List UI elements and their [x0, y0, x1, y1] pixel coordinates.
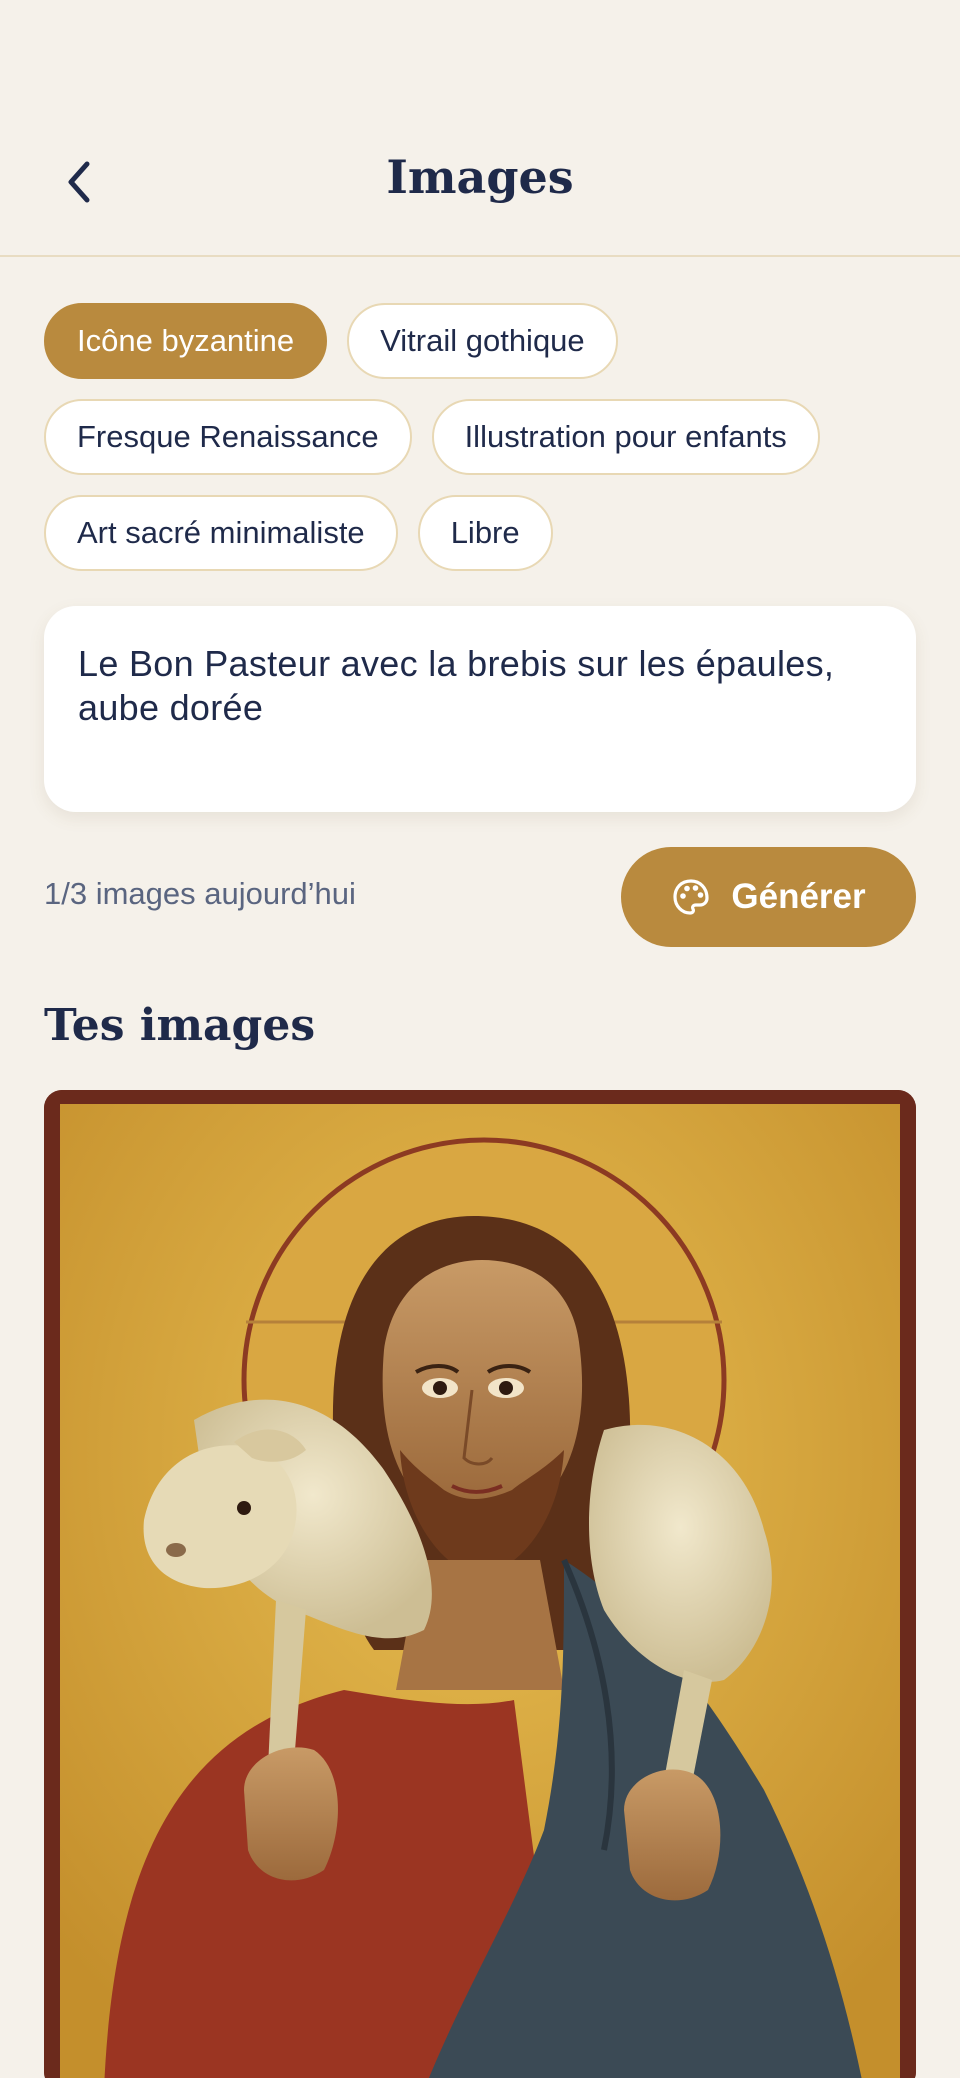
palette-icon — [673, 879, 709, 915]
page-title: Images — [386, 150, 574, 204]
generate-button[interactable]: Générer — [621, 847, 916, 947]
chip-art-sacre-minimaliste[interactable]: Art sacré minimaliste — [44, 495, 398, 571]
chip-fresque-renaissance[interactable]: Fresque Renaissance — [44, 399, 412, 475]
prompt-input[interactable]: Le Bon Pasteur avec la brebis sur les ép… — [44, 606, 916, 812]
chip-vitrail-gothique[interactable]: Vitrail gothique — [347, 303, 618, 379]
chip-libre[interactable]: Libre — [417, 495, 553, 571]
style-chips: Icône byzantine Vitrail gothique Fresque… — [44, 303, 924, 591]
generate-label: Générer — [731, 877, 866, 916]
daily-quota: 1/3 images aujourd’hui — [44, 876, 356, 911]
app-header: Images — [0, 0, 960, 257]
generated-image[interactable] — [44, 1090, 916, 2078]
good-shepherd-icon-image — [44, 1090, 916, 2078]
gallery-title: Tes images — [44, 1000, 316, 1051]
chip-icone-byzantine[interactable]: Icône byzantine — [44, 303, 328, 379]
chip-illustration-enfants[interactable]: Illustration pour enfants — [431, 399, 820, 475]
